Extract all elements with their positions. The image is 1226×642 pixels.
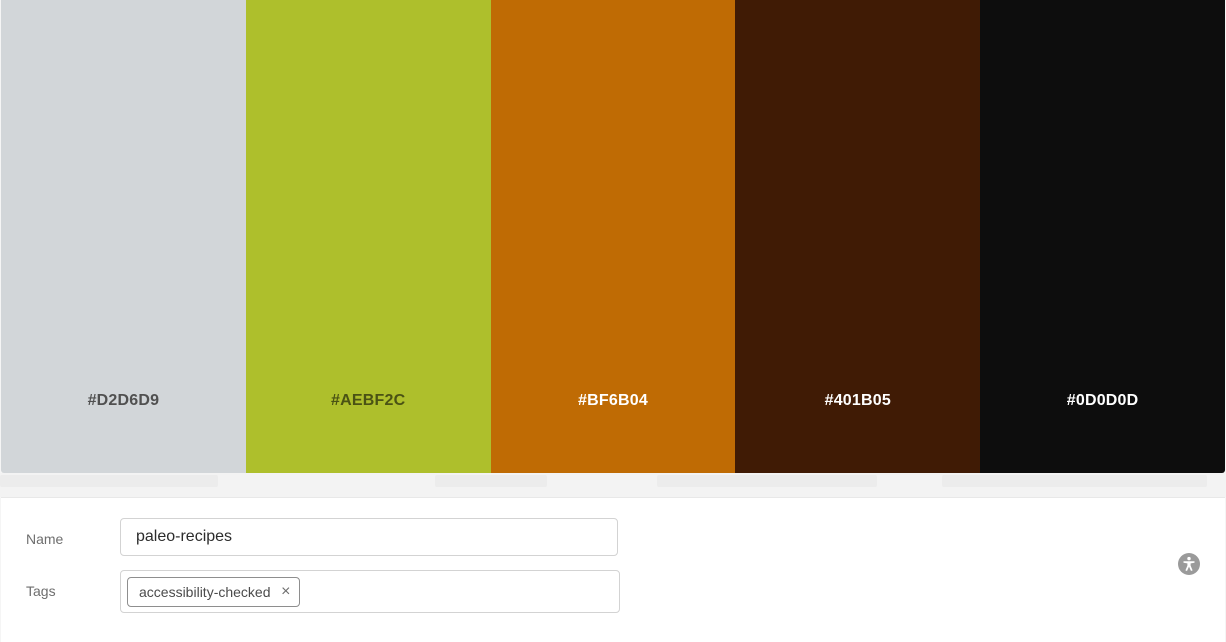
tag-chip[interactable]: accessibility-checked × (127, 577, 300, 607)
name-label: Name (26, 531, 64, 547)
tags-input[interactable]: accessibility-checked × (120, 570, 620, 613)
name-input[interactable] (120, 518, 618, 556)
shadow-segment (435, 475, 547, 487)
tags-label: Tags (26, 583, 56, 599)
swatch-hex-label: #D2D6D9 (87, 392, 160, 409)
accessibility-icon[interactable] (1178, 553, 1200, 575)
color-palette: #D2D6D9 #AEBF2C #BF6B04 #401B05 #0D0D0D (1, 0, 1225, 473)
swatch-hex-label: #BF6B04 (578, 392, 648, 409)
theme-details-panel: Name Tags accessibility-checked × (1, 497, 1225, 642)
color-swatch-4[interactable]: #401B05 (735, 0, 981, 473)
swatch-hex-label: #AEBF2C (331, 392, 406, 409)
color-swatch-2[interactable]: #AEBF2C (245, 0, 491, 473)
shadow-segment (0, 475, 218, 487)
color-swatch-3[interactable]: #BF6B04 (490, 0, 736, 473)
color-swatch-1[interactable]: #D2D6D9 (1, 0, 246, 473)
palette-shadow (0, 473, 1226, 497)
close-icon[interactable]: × (281, 578, 290, 606)
tag-chip-label: accessibility-checked (139, 584, 271, 600)
swatch-hex-label: #0D0D0D (1066, 392, 1139, 409)
swatch-hex-label: #401B05 (824, 392, 891, 409)
color-swatch-5[interactable]: #0D0D0D (980, 0, 1225, 473)
shadow-segment (657, 475, 877, 487)
shadow-segment (942, 475, 1207, 487)
